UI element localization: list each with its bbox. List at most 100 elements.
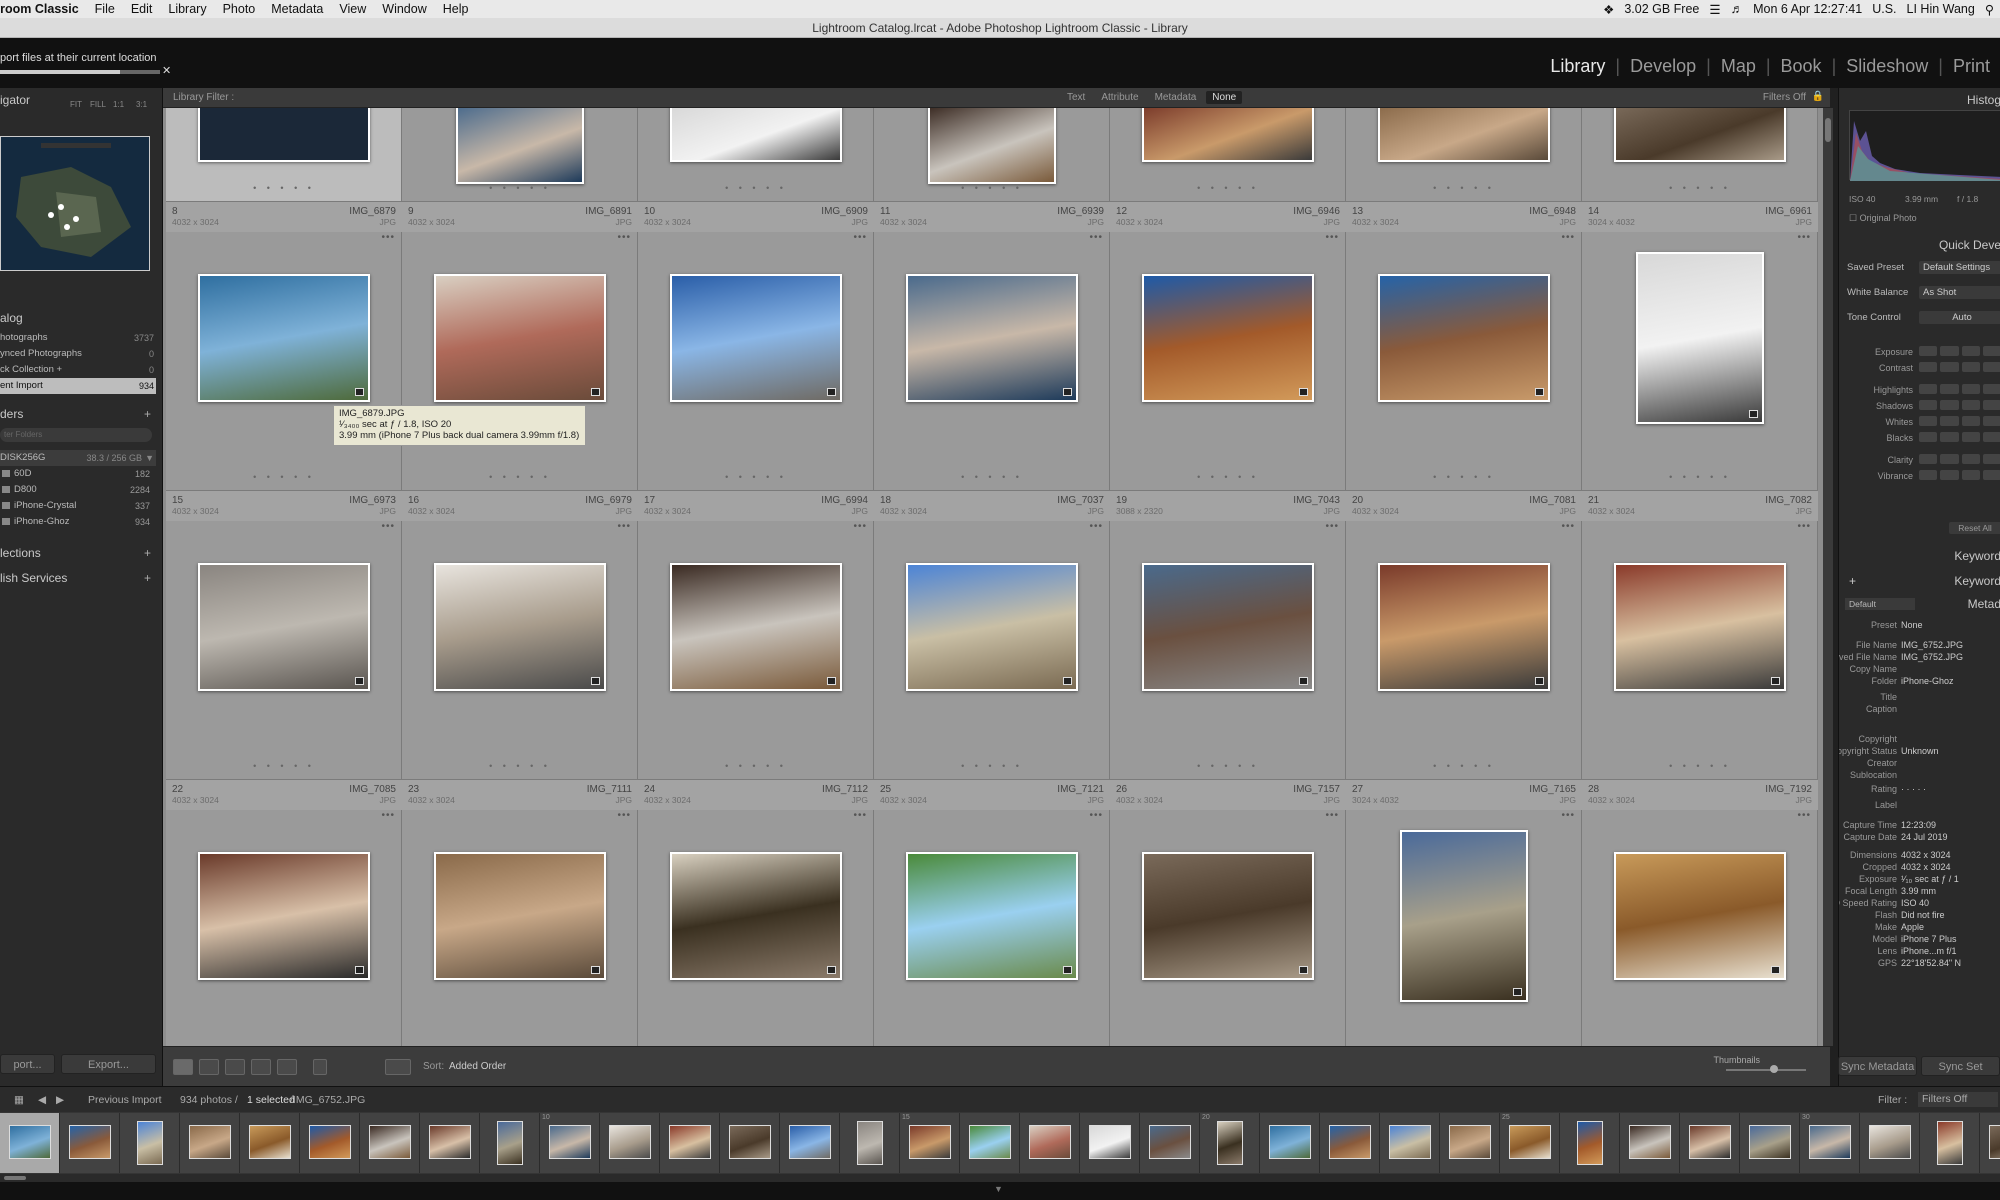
photo-thumbnail[interactable] — [906, 563, 1078, 691]
photo-thumbnail[interactable] — [670, 108, 842, 162]
grid-cell[interactable]: 17 IMG_6994 4032 x 3024 JPG ••• • • • • • — [638, 491, 874, 780]
filmstrip-thumbnail[interactable] — [780, 1113, 840, 1173]
grid-cell[interactable]: 22IMG_70854032 x 3024JPG•••• • • • • — [166, 780, 402, 1046]
metadata-value[interactable]: 22°18'52.84" N — [1901, 956, 1961, 970]
filmstrip-thumbnail[interactable] — [1020, 1113, 1080, 1173]
metadata-badge-icon[interactable] — [591, 388, 600, 396]
catalog-item-quick-collection[interactable]: ck Collection +0 — [0, 362, 156, 378]
rating-dots[interactable]: • • • • • — [402, 761, 638, 771]
filmstrip-thumbnail[interactable] — [0, 1113, 60, 1173]
rating-dots[interactable]: • • • • • — [638, 761, 874, 771]
forward-arrow-icon[interactable]: ▶ — [56, 1094, 64, 1106]
metadata-badge-icon[interactable] — [1063, 388, 1072, 396]
adjust-buttons[interactable] — [1919, 454, 2000, 464]
photo-thumbnail[interactable] — [906, 852, 1078, 980]
bottom-panel-toggle[interactable]: ▼ — [0, 1182, 2000, 1200]
filmstrip-thumbnail[interactable]: 20 — [1200, 1113, 1260, 1173]
filmstrip-thumbnail[interactable]: 15 — [900, 1113, 960, 1173]
grid-cell[interactable]: 27IMG_71653024 x 4032JPG•••• • • • • — [1346, 780, 1582, 1046]
folder-filter-input[interactable]: ter Folders — [0, 428, 152, 442]
metadata-value[interactable]: 24 Jul 2019 — [1901, 830, 1948, 844]
more-options-icon[interactable]: ••• — [1797, 521, 1811, 532]
grid-cell[interactable]: • • • • • — [1582, 108, 1818, 202]
adjust-step-button[interactable] — [1919, 470, 1938, 480]
original-photo-toggle[interactable]: ☐ Original Photo — [1849, 213, 1917, 224]
metadata-badge-icon[interactable] — [1063, 966, 1072, 974]
catalog-header[interactable]: alog — [0, 308, 163, 328]
grid-cell[interactable]: 12 IMG_6946 4032 x 3024 JPG ••• • • • • • — [1110, 202, 1346, 491]
add-publish-service-icon[interactable]: + — [144, 568, 151, 588]
module-slideshow[interactable]: Slideshow — [1836, 56, 1938, 77]
volume-row[interactable]: DISK256G 38.3 / 256 GB ▼ — [0, 450, 156, 466]
filmstrip-thumbnail[interactable] — [600, 1113, 660, 1173]
export-button[interactable]: Export... — [61, 1054, 156, 1074]
filmstrip-thumbnail[interactable] — [180, 1113, 240, 1173]
metadata-badge-icon[interactable] — [827, 388, 836, 396]
auto-tone-button[interactable]: Auto — [1919, 311, 2000, 324]
adjust-step-button[interactable] — [1982, 470, 2000, 480]
rating-dots[interactable]: • • • • • — [1346, 761, 1582, 771]
filmstrip-thumbnail[interactable] — [960, 1113, 1020, 1173]
filter-text[interactable]: Text — [1061, 91, 1091, 104]
filmstrip-thumbnail[interactable]: 25 — [1500, 1113, 1560, 1173]
grid-cell[interactable]: 11 IMG_6939 4032 x 3024 JPG ••• • • • • • — [874, 202, 1110, 491]
sync-metadata-button[interactable]: Sync Metadata — [1838, 1056, 1917, 1076]
spotlight-icon[interactable]: ⚲ — [1985, 2, 1994, 17]
filmstrip-thumbnail[interactable] — [1140, 1113, 1200, 1173]
metadata-preset-select[interactable]: Default — [1845, 598, 1915, 610]
grid-cell[interactable]: • • • • • — [1110, 108, 1346, 202]
filmstrip-thumbnail[interactable] — [1260, 1113, 1320, 1173]
adjust-step-button[interactable] — [1940, 346, 1959, 356]
collections-header[interactable]: lections + — [0, 543, 163, 563]
grid-cell[interactable]: 21 IMG_7082 4032 x 3024 JPG ••• • • • • • — [1582, 491, 1818, 780]
navigator-header[interactable]: igator FIT FILL 1:1 3:1 — [0, 90, 163, 110]
folder-iphone-crystal[interactable]: iPhone-Crystal 337 — [0, 498, 156, 514]
filter-preset-select[interactable]: Filters Off — [1763, 92, 1806, 103]
photo-thumbnail[interactable] — [1142, 108, 1314, 162]
grid-scroll-thumb[interactable] — [1825, 118, 1831, 142]
filmstrip-thumbnail[interactable] — [360, 1113, 420, 1173]
adjust-step-button[interactable] — [1982, 400, 2000, 410]
grid-icon[interactable]: ▦ — [14, 1094, 24, 1106]
adjust-step-button[interactable] — [1982, 346, 2000, 356]
photo-thumbnail[interactable] — [1142, 852, 1314, 980]
module-map[interactable]: Map — [1711, 56, 1766, 77]
filmstrip-thumbnail[interactable] — [1860, 1113, 1920, 1173]
thumbnail-size-slider[interactable] — [1726, 1069, 1806, 1071]
adjust-step-button[interactable] — [1982, 416, 2000, 426]
metadata-badge-icon[interactable] — [1063, 677, 1072, 685]
zoom-3-1[interactable]: 3:1 — [136, 95, 147, 115]
metadata-badge-icon[interactable] — [1299, 677, 1308, 685]
chevron-down-icon[interactable]: ▼ — [994, 1184, 1003, 1194]
sort-select[interactable]: Added Order — [449, 1061, 506, 1072]
photo-thumbnail[interactable] — [1378, 274, 1550, 402]
adjust-buttons[interactable] — [1919, 346, 2000, 356]
grid-cell[interactable]: 23IMG_71114032 x 3024JPG•••• • • • • — [402, 780, 638, 1046]
reset-all-button[interactable]: Reset All — [1949, 522, 2000, 534]
menu-photo[interactable]: Photo — [215, 2, 264, 16]
photo-thumbnail[interactable] — [434, 852, 606, 980]
rating-dots[interactable]: • • • • • — [1110, 183, 1346, 193]
filmstrip-thumbnail[interactable] — [1320, 1113, 1380, 1173]
adjust-step-button[interactable] — [1919, 400, 1938, 410]
compare-view-icon[interactable] — [225, 1059, 245, 1075]
adjust-step-button[interactable] — [1982, 362, 2000, 372]
folder-iphone-ghoz[interactable]: iPhone-Ghoz 934 — [0, 514, 156, 530]
more-options-icon[interactable]: ••• — [617, 232, 631, 243]
folders-header[interactable]: ders + — [0, 404, 163, 424]
adjust-buttons[interactable] — [1919, 432, 2000, 442]
metadata-value[interactable]: None — [1901, 618, 1923, 632]
photo-thumbnail[interactable] — [434, 274, 606, 402]
filmstrip-thumbnail[interactable] — [120, 1113, 180, 1173]
zoom-1-1[interactable]: 1:1 — [113, 95, 124, 115]
keywording-header[interactable]: Keyword — [1839, 546, 2000, 566]
rating-dots[interactable]: • • • • • — [874, 761, 1110, 771]
filmstrip-thumbnail[interactable] — [1380, 1113, 1440, 1173]
adjust-buttons[interactable] — [1919, 400, 2000, 410]
metadata-badge-icon[interactable] — [1749, 410, 1758, 418]
grid-cell[interactable]: 19 IMG_7043 3088 x 2320 JPG ••• • • • • • — [1110, 491, 1346, 780]
add-keyword-icon[interactable]: + — [1849, 571, 1856, 591]
menu-help[interactable]: Help — [435, 2, 477, 16]
rating-dots[interactable]: • • • • • — [638, 472, 874, 482]
filmstrip-thumbnail[interactable] — [300, 1113, 360, 1173]
